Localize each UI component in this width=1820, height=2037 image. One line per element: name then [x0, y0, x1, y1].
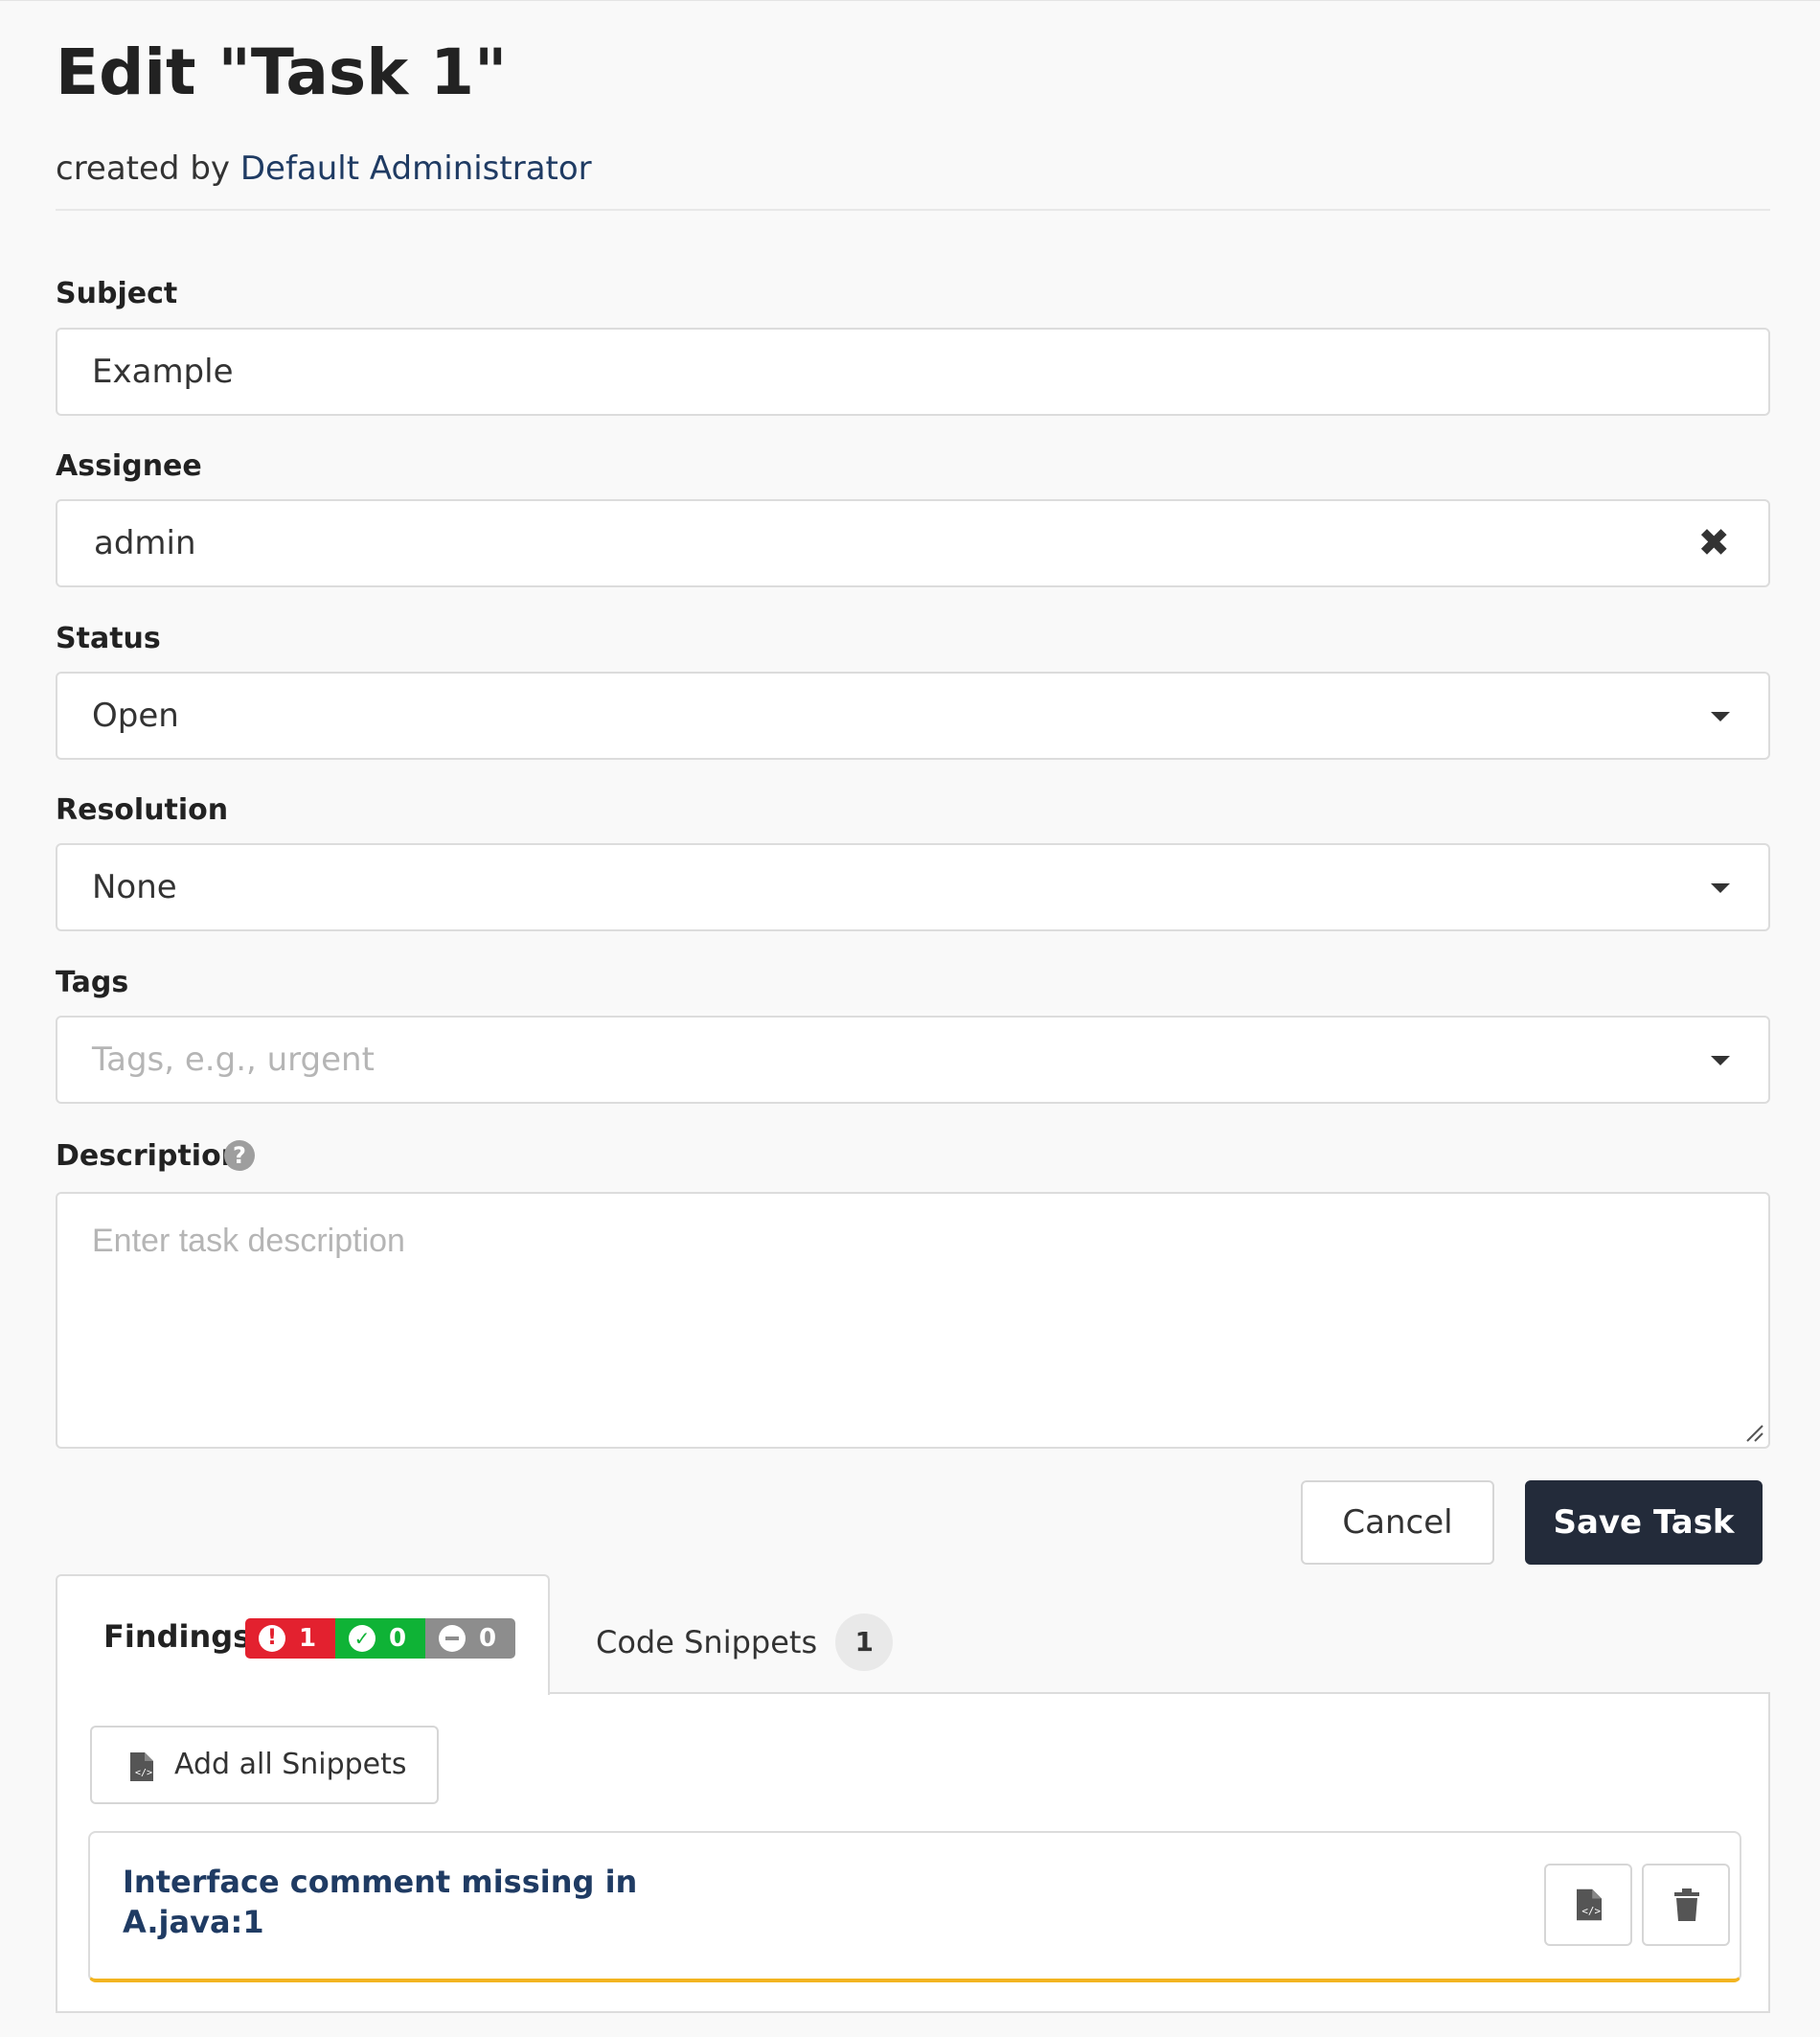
file-code-icon: </>	[1577, 1888, 1602, 1921]
check-circle-icon	[349, 1625, 375, 1652]
subject-value: Example	[92, 353, 234, 391]
svg-text:</>: </>	[1581, 1905, 1601, 1917]
chevron-down-icon	[1711, 712, 1730, 721]
tab-code-snippets[interactable]: Code Snippets 1	[596, 1614, 894, 1671]
top-border	[0, 0, 1820, 1]
subject-label: Subject	[56, 277, 178, 310]
code-snippets-count-badge: 1	[835, 1614, 894, 1671]
status-label: Status	[56, 622, 161, 655]
assignee-value: admin	[94, 524, 196, 562]
delete-finding-button[interactable]	[1642, 1864, 1730, 1946]
tab-findings-label: Findings	[103, 1618, 252, 1655]
close-icon[interactable]: ✖	[1697, 522, 1730, 564]
subject-input[interactable]: Example	[56, 328, 1770, 416]
open-findings-badge: 1	[245, 1618, 335, 1659]
created-by-line: created by Default Administrator	[56, 146, 592, 192]
chevron-down-icon	[1711, 1056, 1730, 1065]
add-all-snippets-button[interactable]: </> Add all Snippets	[90, 1726, 439, 1804]
file-code-icon: </>	[130, 1752, 153, 1781]
minus-circle-icon	[439, 1625, 466, 1652]
question-circle-icon[interactable]: ?	[224, 1140, 255, 1171]
page-title: Edit "Task 1"	[56, 35, 508, 109]
tags-select[interactable]: Tags, e.g., urgent	[56, 1016, 1770, 1104]
finding-card[interactable]: Interface comment missing in A.java:1 </…	[88, 1831, 1741, 1982]
status-value: Open	[92, 697, 179, 735]
created-prefix: created by	[56, 149, 231, 188]
creator-link[interactable]: Default Administrator	[240, 149, 592, 188]
findings-status-badges: 1 0 0	[245, 1618, 515, 1659]
ignored-findings-badge: 0	[425, 1618, 515, 1659]
resolved-findings-badge: 0	[335, 1618, 425, 1659]
assignee-select[interactable]: admin ✖	[56, 499, 1770, 587]
tags-placeholder: Tags, e.g., urgent	[92, 1041, 375, 1079]
status-select[interactable]: Open	[56, 672, 1770, 760]
trash-icon	[1674, 1888, 1699, 1921]
assignee-label: Assignee	[56, 449, 202, 483]
finding-title[interactable]: Interface comment missing in A.java:1	[123, 1862, 736, 1942]
resolution-select[interactable]: None	[56, 843, 1770, 931]
add-all-snippets-label: Add all Snippets	[174, 1748, 407, 1781]
divider	[56, 209, 1770, 211]
tab-bar-border	[548, 1692, 1770, 1694]
tab-code-snippets-label: Code Snippets	[596, 1624, 818, 1660]
description-textarea[interactable]: Enter task description	[56, 1192, 1770, 1449]
add-snippet-button[interactable]: </>	[1544, 1864, 1632, 1946]
tags-label: Tags	[56, 966, 129, 999]
description-placeholder: Enter task description	[92, 1223, 405, 1259]
resolution-value: None	[92, 868, 177, 906]
description-label: Description	[56, 1139, 242, 1173]
tab-findings[interactable]: Findings 1 0 0	[56, 1574, 550, 1695]
resolution-label: Resolution	[56, 793, 229, 827]
resize-handle-icon[interactable]	[1745, 1424, 1764, 1443]
svg-text:</>: </>	[135, 1768, 152, 1778]
chevron-down-icon	[1711, 883, 1730, 893]
findings-tab-panel: </> Add all Snippets Interface comment m…	[56, 1693, 1770, 2013]
cancel-button[interactable]: Cancel	[1301, 1480, 1494, 1565]
save-task-button[interactable]: Save Task	[1525, 1480, 1763, 1565]
exclamation-circle-icon	[259, 1625, 285, 1652]
